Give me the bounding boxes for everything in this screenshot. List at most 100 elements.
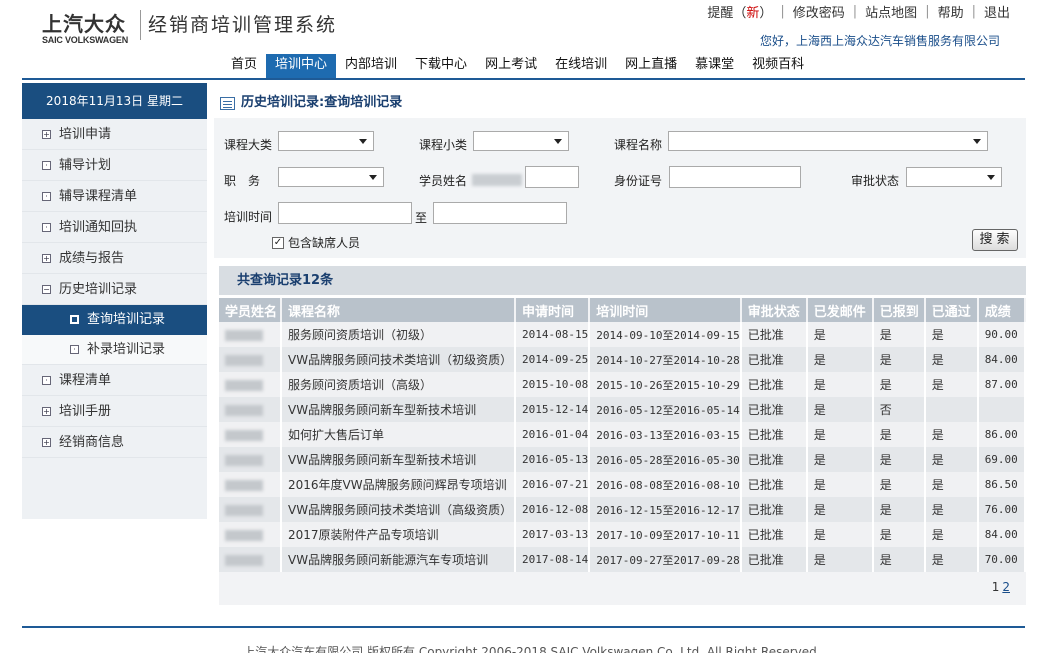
sidebar-item-label: 培训手册 xyxy=(59,403,112,419)
apply-cell: 2016-07-21 xyxy=(515,472,591,497)
sidebar-item-label: 课程清单 xyxy=(59,372,112,388)
nav-item-video-wiki[interactable]: 视频百科 xyxy=(743,54,813,78)
sidebar-item-coaching-plan[interactable]: · 辅导计划 xyxy=(22,150,207,181)
training-start-date-input[interactable] xyxy=(278,202,412,224)
sidebar-item-query-records[interactable]: 查询培训记录 xyxy=(22,305,207,335)
sidebar-item-supplement-records[interactable]: · 补录培训记录 xyxy=(22,335,207,365)
redacted-name xyxy=(225,429,263,441)
training-end-date-input[interactable] xyxy=(433,202,567,224)
nav-item-download-center[interactable]: 下载中心 xyxy=(406,54,476,78)
table-body: 服务顾问资质培训（初级） 2014-08-15 2014-09-10至2014-09… xyxy=(219,322,1027,572)
apply-cell: 2016-01-04 xyxy=(515,422,591,447)
status-cell: 已批准 xyxy=(740,422,808,447)
header-divider xyxy=(22,78,1025,80)
remind-new-badge: 新 xyxy=(746,6,760,21)
student-name-cell xyxy=(219,447,282,472)
checkin-cell: 是 xyxy=(872,497,926,522)
nav-item-internal-training[interactable]: 内部培训 xyxy=(336,54,406,78)
column-header: 课程名称 xyxy=(281,298,516,322)
filter-panel: 课程大类 课程小类 课程名称 职 务 学员姓名 身份证号 审批状态 培训时间 至… xyxy=(214,118,1026,258)
course-cell: 服务顾问资质培训（高级） xyxy=(281,372,516,397)
course-category-select[interactable] xyxy=(278,131,374,151)
redacted-name xyxy=(225,404,263,416)
sidebar-item-dealer-info[interactable]: + 经销商信息 xyxy=(22,427,207,458)
header: 上汽大众 SAIC VOLKSWAGEN 经销商培训管理系统 提醒（新） | 修… xyxy=(0,0,1060,80)
logout-link[interactable]: 退出 xyxy=(984,2,1010,21)
include-absent-checkbox[interactable]: ✓ xyxy=(272,236,284,249)
nav-item-training-center[interactable]: 培训中心 xyxy=(266,54,337,78)
sidebar-item-notice-receipt[interactable]: · 培训通知回执 xyxy=(22,212,207,243)
sidebar-item-scores-reports[interactable]: + 成绩与报告 xyxy=(22,243,207,274)
train-cell: 2017-09-27至2017-09-28 xyxy=(589,547,742,572)
leaf-icon: · xyxy=(42,160,51,170)
table-row: VW品牌服务顾问技术类培训（高级资质） 2016-12-08 2016-12-15至… xyxy=(219,497,1027,522)
passed-cell xyxy=(924,397,979,422)
table-header-row: 学员姓名 课程名称 申请时间 培训时间 审批状态 已发邮件 已报到 已通过 成绩 xyxy=(219,298,1027,322)
apply-cell: 2015-12-14 xyxy=(515,397,591,422)
score-cell: 87.00 xyxy=(977,372,1027,397)
selected-leaf-icon xyxy=(70,315,79,324)
sidebar-item-label: 经销商信息 xyxy=(59,434,125,450)
course-name-select[interactable] xyxy=(668,131,988,151)
search-button[interactable]: 搜索 xyxy=(972,229,1018,251)
expand-icon: + xyxy=(42,129,51,139)
student-name-cell xyxy=(219,522,282,547)
apply-cell: 2015-10-08 xyxy=(515,372,591,397)
id-number-input[interactable] xyxy=(669,166,801,188)
separator: | xyxy=(971,4,976,19)
date-bar: 2018年11月13日 星期二 xyxy=(22,83,207,119)
nav-item-home[interactable]: 首页 xyxy=(222,54,266,78)
train-cell: 2017-10-09至2017-10-11 xyxy=(589,522,742,547)
redacted-name xyxy=(225,454,263,466)
nav-item-mooc[interactable]: 慕课堂 xyxy=(686,54,743,78)
page-link-next[interactable]: 2 xyxy=(1002,580,1010,594)
approval-status-select[interactable] xyxy=(906,167,1002,187)
remind-link[interactable]: 提醒（新） xyxy=(707,2,772,21)
status-cell: 已批准 xyxy=(740,347,808,372)
include-absent-label: 包含缺席人员 xyxy=(288,236,361,250)
position-select[interactable] xyxy=(278,167,384,187)
checkin-cell: 是 xyxy=(872,547,926,572)
nav-item-live[interactable]: 网上直播 xyxy=(616,54,686,78)
sidebar-item-history-records[interactable]: − 历史培训记录 xyxy=(22,274,207,305)
student-name-input[interactable] xyxy=(525,166,579,188)
mail-cell: 是 xyxy=(806,472,874,497)
nav-item-online-training[interactable]: 在线培训 xyxy=(546,54,616,78)
checkin-cell: 是 xyxy=(872,522,926,547)
results-table-container: 学员姓名 课程名称 申请时间 培训时间 审批状态 已发邮件 已报到 已通过 成绩… xyxy=(219,298,1027,605)
change-password-link[interactable]: 修改密码 xyxy=(793,2,845,21)
checkin-cell: 否 xyxy=(872,397,926,422)
column-header: 培训时间 xyxy=(589,298,742,322)
redacted-name xyxy=(225,354,263,366)
passed-cell: 是 xyxy=(924,547,979,572)
checkin-cell: 是 xyxy=(872,372,926,397)
course-subcategory-select[interactable] xyxy=(473,131,569,151)
separator: | xyxy=(852,4,858,19)
sidebar-item-coaching-course-list[interactable]: · 辅导课程清单 xyxy=(22,181,207,212)
sidebar-item-label: 成绩与报告 xyxy=(59,250,125,266)
results-table: 学员姓名 课程名称 申请时间 培训时间 审批状态 已发邮件 已报到 已通过 成绩… xyxy=(219,298,1027,572)
course-cell: 2016年度VW品牌服务顾问辉昂专项培训 xyxy=(281,472,516,497)
sidebar-item-training-apply[interactable]: + 培训申请 xyxy=(22,119,207,150)
site-map-link[interactable]: 站点地图 xyxy=(865,2,917,21)
chevron-down-icon xyxy=(554,139,562,144)
checkin-cell: 是 xyxy=(872,422,926,447)
help-link[interactable]: 帮助 xyxy=(938,2,964,21)
logo-cn: 上汽大众 xyxy=(42,12,126,36)
top-links: 提醒（新） | 修改密码 | 站点地图 | 帮助 | 退出 xyxy=(707,2,1010,21)
column-header: 已发邮件 xyxy=(806,298,874,322)
course-cell: VW品牌服务顾问新能源汽车专项培训 xyxy=(281,547,516,572)
status-cell: 已批准 xyxy=(740,372,808,397)
checkin-cell: 是 xyxy=(872,447,926,472)
train-cell: 2016-12-15至2016-12-17 xyxy=(589,497,742,522)
sidebar-item-label: 查询培训记录 xyxy=(87,311,166,327)
chevron-down-icon xyxy=(359,139,367,144)
sidebar-item-course-list[interactable]: · 课程清单 xyxy=(22,365,207,396)
nav-item-online-exam[interactable]: 网上考试 xyxy=(476,54,546,78)
mail-cell: 是 xyxy=(806,372,874,397)
student-name-cell xyxy=(219,547,282,572)
apply-cell: 2017-08-14 xyxy=(515,547,591,572)
redacted-name xyxy=(225,504,263,516)
sidebar-item-training-manual[interactable]: + 培训手册 xyxy=(22,396,207,427)
main-content: 历史培训记录:查询培训记录 课程大类 课程小类 课程名称 职 务 学员姓名 身份… xyxy=(214,88,1027,605)
